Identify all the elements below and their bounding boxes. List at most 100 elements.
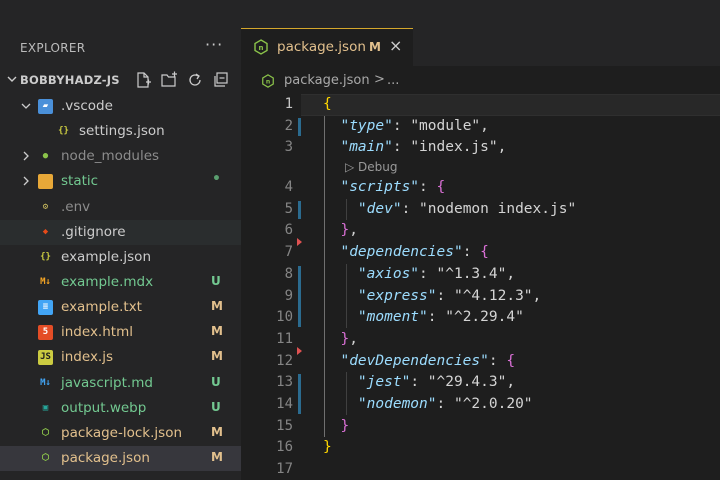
code-line[interactable]: 17: [241, 459, 720, 480]
git-icon: ◆: [42, 226, 49, 237]
code-line[interactable]: 10 "moment": "^2.29.4": [241, 307, 720, 329]
git-status-badge: M: [211, 349, 223, 364]
tree-item-label: node_modules: [61, 148, 160, 165]
tree-item-label: example.json: [61, 248, 151, 265]
tab-bar: n package.json M ×: [241, 0, 720, 66]
codelens-row: ▷ Debug: [241, 159, 720, 177]
tree-item-javascript-md[interactable]: M↓ javascript.md U: [0, 371, 241, 396]
node-folder-icon: ●: [42, 151, 49, 162]
node-icon: ⬡: [41, 452, 50, 463]
line-number: 13: [276, 374, 293, 391]
node-icon: n: [254, 39, 268, 55]
debug-codelens[interactable]: ▷ Debug: [345, 160, 398, 174]
collapse-all-icon[interactable]: [212, 71, 230, 89]
close-icon[interactable]: ×: [389, 36, 402, 55]
more-actions-button[interactable]: ···: [205, 35, 223, 54]
explorer-sidebar: EXPLORER ··· BOBBYHADZ-JS ▰ .vscode {} sett…: [0, 0, 241, 480]
tree-item-example-json[interactable]: {} example.json: [0, 245, 241, 270]
env-icon: ⚙: [42, 201, 49, 212]
code-line[interactable]: 12 "devDependencies": {: [241, 351, 720, 373]
line-number: 8: [284, 265, 293, 282]
tree-item-example-txt[interactable]: ≡ example.txt M: [0, 295, 241, 320]
tree-item-output-webp[interactable]: ▣ output.webp U: [0, 396, 241, 421]
tree-item-env[interactable]: ⚙ .env: [0, 195, 241, 220]
tree-item-settings-json[interactable]: {} settings.json: [0, 119, 241, 144]
code-line[interactable]: 16}: [241, 437, 720, 459]
code-text: "moment": "^2.29.4": [357, 309, 524, 326]
code-line[interactable]: 8 "axios": "^1.3.4",: [241, 264, 720, 286]
line-number: 11: [276, 330, 293, 347]
txt-icon: ≡: [38, 300, 53, 316]
tree-item-package-lock-json[interactable]: ⬡ package-lock.json M: [0, 421, 241, 446]
tree-item-label: javascript.md: [61, 374, 153, 391]
code-editor[interactable]: 1{2 "type": "module", 3 "main": "index.js…: [241, 94, 720, 480]
code-text: {: [323, 96, 332, 112]
line-number: 16: [276, 439, 293, 456]
git-modified-gutter[interactable]: [298, 201, 301, 219]
breadcrumb-symbol[interactable]: ...: [387, 73, 399, 88]
git-status-badge: M: [211, 324, 223, 339]
md-icon: M↓: [40, 377, 51, 388]
tree-item-label: example.txt: [61, 299, 142, 316]
tree-item-index-html[interactable]: 5 index.html M: [0, 320, 241, 345]
tab-label: package.json: [277, 39, 366, 55]
breadcrumb-file[interactable]: package.json: [284, 73, 370, 88]
git-modified-gutter[interactable]: [298, 118, 301, 136]
git-modified-gutter[interactable]: [298, 374, 301, 414]
code-line[interactable]: 9 "express": "^4.12.3",: [241, 286, 720, 308]
json-icon: {}: [58, 126, 69, 137]
folder-icon: ▬: [38, 174, 53, 190]
git-status-badge: M: [211, 449, 223, 464]
code-text: "scripts": {: [340, 179, 446, 196]
refresh-icon[interactable]: [186, 71, 204, 89]
code-text: }: [323, 439, 332, 456]
image-icon: ▣: [42, 402, 49, 413]
tree-item-node-modules[interactable]: ● node_modules: [0, 144, 241, 169]
code-line[interactable]: 7 "dependencies": {: [241, 242, 720, 264]
line-number: 9: [284, 287, 293, 304]
code-text: "dependencies": {: [340, 244, 489, 261]
git-status-badge: U: [211, 374, 221, 389]
code-line[interactable]: 13 "jest": "^29.4.3",: [241, 372, 720, 394]
explorer-header: EXPLORER ···: [0, 30, 241, 64]
mdx-icon: M↓: [40, 276, 51, 287]
tree-item-package-json[interactable]: ⬡ package.json M: [0, 445, 241, 472]
code-line[interactable]: 15 }: [241, 416, 720, 438]
code-text: }: [340, 417, 350, 434]
tree-item-vscode[interactable]: ▰ .vscode: [0, 94, 241, 119]
tree-item-example-mdx[interactable]: M↓ example.mdx U: [0, 270, 241, 295]
tree-item-label: example.mdx: [61, 273, 154, 290]
line-number: 12: [276, 352, 293, 369]
code-line[interactable]: 5 "dev": "nodemon index.js": [241, 199, 720, 221]
new-folder-icon[interactable]: [160, 71, 178, 89]
code-line[interactable]: 3 "main": "index.js",: [241, 137, 720, 159]
new-file-icon[interactable]: [134, 71, 152, 89]
project-root-row[interactable]: BOBBYHADZ-JS: [0, 68, 241, 92]
project-name: BOBBYHADZ-JS: [20, 73, 120, 87]
current-line-highlight: [301, 94, 720, 116]
code-text: "dev": "nodemon index.js": [357, 200, 577, 217]
tree-item-label: output.webp: [61, 399, 147, 416]
code-line[interactable]: 14 "nodemon": "^2.0.20": [241, 394, 720, 416]
svg-text:n: n: [266, 79, 270, 86]
line-number: 17: [276, 461, 293, 477]
code-line[interactable]: 4 "scripts": {: [241, 177, 720, 199]
tree-item-static[interactable]: ▬ static •: [0, 169, 241, 194]
code-text: "express": "^4.12.3",: [357, 287, 542, 304]
tree-item-label: index.js: [61, 349, 114, 366]
code-text: "main": "index.js",: [340, 139, 507, 156]
git-deleted-gutter[interactable]: [297, 238, 302, 246]
tree-item-label: package.json: [61, 449, 150, 466]
code-line[interactable]: 6 },: [241, 220, 720, 242]
git-status-badge: •: [212, 171, 221, 188]
tab-package-json[interactable]: n package.json M ×: [241, 28, 413, 66]
tree-item-gitignore[interactable]: ◆ .gitignore: [0, 219, 241, 245]
code-line[interactable]: 2 "type": "module",: [241, 116, 720, 138]
code-line[interactable]: 11 },: [241, 329, 720, 351]
git-deleted-gutter[interactable]: [297, 347, 302, 355]
git-modified-gutter[interactable]: [298, 266, 301, 327]
tree-item-index-js[interactable]: JS index.js M: [0, 345, 241, 370]
code-line[interactable]: 1{: [241, 94, 720, 116]
node-icon: n: [262, 74, 274, 88]
line-number: 14: [276, 395, 293, 412]
